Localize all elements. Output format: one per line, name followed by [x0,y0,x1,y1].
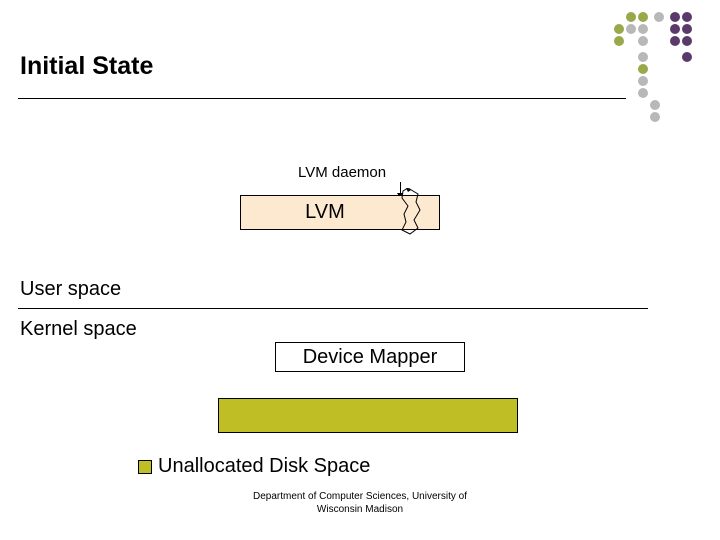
corner-decoration [570,12,690,132]
kernel-space-label: Kernel space [20,318,137,341]
lvm-daemon-label: LVM daemon [298,164,386,181]
footer-line-1: Department of Computer Sciences, Univers… [0,490,720,503]
title-underline [18,98,626,99]
legend: Unallocated Disk Space [138,455,370,478]
squiggle-icon [398,188,428,238]
user-space-label: User space [20,278,121,301]
disk-space-bar [218,398,518,433]
device-mapper-label: Device Mapper [303,346,438,369]
legend-label: Unallocated Disk Space [158,455,370,478]
device-mapper-box: Device Mapper [275,342,465,372]
footer-line-2: Wisconsin Madison [0,503,720,516]
slide-title: Initial State [20,52,153,81]
space-divider [18,308,648,309]
lvm-box-label: LVM [305,201,345,224]
legend-swatch [138,460,152,474]
footer: Department of Computer Sciences, Univers… [0,490,720,516]
